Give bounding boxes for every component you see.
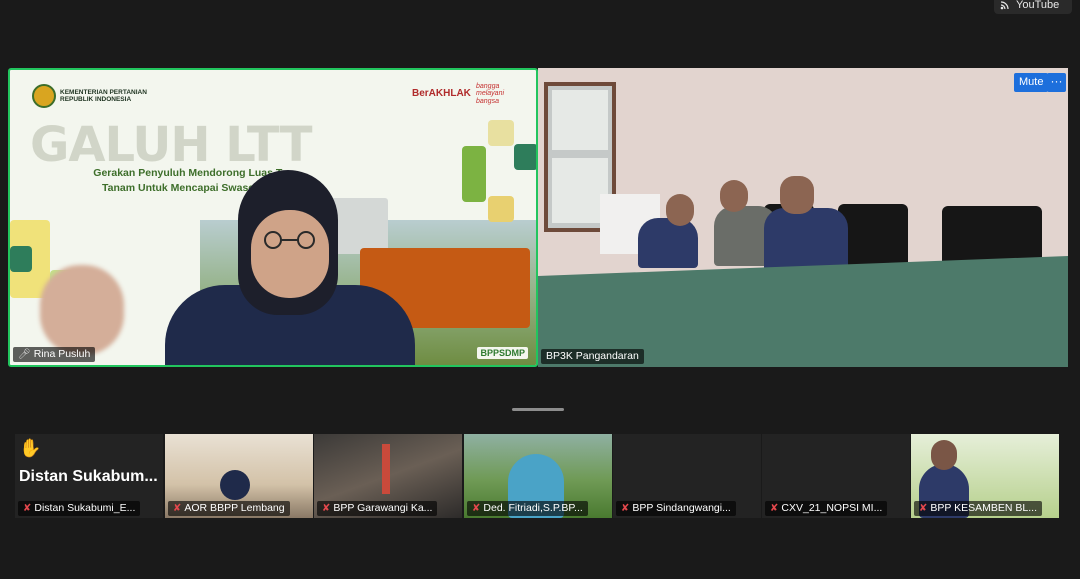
filmstrip-tile[interactable]: ✘ BPP Sindangwangi... [613,434,761,518]
participant-name-tag: ✘ CXV_21_NOPSI MI... [765,501,888,516]
raise-hand-icon: ✋ [19,438,42,458]
participant-name: Rina Pusluh [33,348,91,360]
thumbnail-person-head [931,440,957,470]
more-options-button[interactable]: ··· [1047,73,1066,92]
live-stream-icon [1000,1,1009,10]
participant-name-tag: ✘ Ded. Fitriadi,S.P.BP... [467,501,588,516]
participant-name-tag: BP3K Pangandaran [541,349,644,364]
slide-title: GALUH LTT [30,117,313,173]
filmstrip-tile[interactable]: ✘ BPP KESAMBEN BL... [911,434,1059,518]
filmstrip-tile[interactable]: ✘ CXV_21_NOPSI MI... [762,434,910,518]
participant-display-name: Distan Sukabum... [19,468,158,485]
participant-name-tag: ✘ Distan Sukabumi_E... [18,501,141,516]
ministry-logo [32,84,56,108]
mic-muted-icon: ✘ [322,503,331,514]
mic-muted-icon: ✘ [919,503,928,514]
slide-decoration [514,144,536,170]
mic-muted-icon: ✘ [472,503,481,514]
thumbnail-person [220,470,250,500]
filmstrip-scroll-handle[interactable] [512,408,564,411]
mic-muted-icon: ✘ [23,503,32,514]
ministry-name: KEMENTERIAN PERTANIAN REPUBLIK INDONESIA [60,89,147,104]
slide-decoration [10,246,32,272]
slide-decoration [488,196,514,222]
mute-button[interactable]: Mute [1014,73,1049,92]
thumbnail-object [382,444,390,494]
presenter-face [251,210,329,298]
berakhlak-logo: BerAKHLAK [412,88,471,99]
speaker-tile-room[interactable]: BP3K Pangandaran [538,68,1068,367]
participant-name: BP3K Pangandaran [546,350,639,362]
speaker-tile-presenter[interactable]: KEMENTERIAN PERTANIAN REPUBLIK INDONESIA… [8,68,538,367]
mic-muted-icon: ✘ [621,503,630,514]
participant-name-tag: ✘ BPP KESAMBEN BL... [914,501,1042,516]
filmstrip-tile[interactable]: ✋ Distan Sukabum... ✘ Distan Sukabumi_E.… [15,434,163,518]
room-participant [638,218,698,268]
bangga-melayani-logo: bangga melayani bangsa [476,83,505,105]
bppsdmp-logo: BPPSDMP [477,347,528,359]
participant-name-tag: ✘ BPP Garawangi Ka... [317,501,438,516]
glasses-icon [264,231,315,249]
room-participant-head [666,194,694,226]
mic-muted-icon: 🎤︎ [18,349,31,360]
filmstrip-tile[interactable]: ✘ BPP Garawangi Ka... [314,434,462,518]
filmstrip-tile[interactable]: ✘ AOR BBPP Lembang [165,434,313,518]
participant-name-tag: ✘ AOR BBPP Lembang [168,501,290,516]
mic-muted-icon: ✘ [770,503,779,514]
slide-decoration [488,120,514,146]
window-pane [552,90,608,150]
mic-muted-icon: ✘ [173,503,182,514]
participant-name-tag: 🎤︎ Rina Pusluh [13,347,96,362]
filmstrip-tile[interactable]: ✘ Ded. Fitriadi,S.P.BP... [464,434,612,518]
room-participant-head [720,180,748,212]
room-participant-head [780,176,814,214]
youtube-live-badge[interactable]: YouTube [994,0,1072,14]
presenter-hand [40,265,124,355]
slide-decoration [462,146,486,202]
participant-name-tag: ✘ BPP Sindangwangi... [616,501,736,516]
youtube-label: YouTube [1016,0,1060,11]
